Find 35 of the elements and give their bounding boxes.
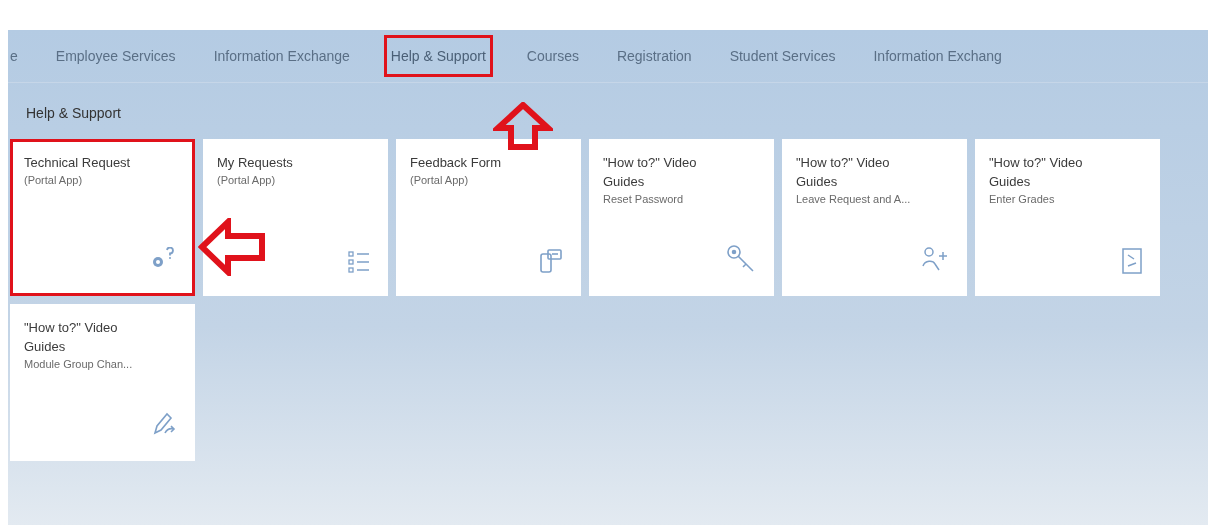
section-title: Help & Support <box>26 105 121 123</box>
tile-title: Feedback Form <box>410 154 503 172</box>
nav-tab[interactable]: e <box>8 44 22 68</box>
app-tile[interactable]: "How to?" Video Guides Reset Password <box>589 139 774 296</box>
tile-subtitle: Leave Request and A... <box>796 193 912 205</box>
app-tile[interactable]: "How to?" Video Guides Leave Request and A... <box>782 139 967 296</box>
app-tile[interactable]: Feedback Form (Portal App) <box>396 139 581 296</box>
tile-subtitle: Reset Password <box>603 193 685 205</box>
nav-tab[interactable]: Information Exchange <box>209 44 354 68</box>
nav-tab[interactable]: Courses <box>522 44 583 68</box>
app-tile[interactable]: "How to?" Video Guides Enter Grades <box>975 139 1160 296</box>
tile-title: My Requests <box>217 154 294 172</box>
tile-title: "How to?" Video Guides <box>24 319 119 356</box>
nav-tab[interactable]: Information Exchang <box>869 44 1006 68</box>
app-tile[interactable]: My Requests (Portal App) <box>203 139 388 296</box>
nav-tab[interactable]: Registration <box>612 44 696 68</box>
tile-subtitle: (Portal App) <box>410 174 470 186</box>
tile-title: "How to?" Video Guides <box>989 154 1084 191</box>
tile-subtitle: Module Group Chan... <box>24 358 134 370</box>
nav-tab[interactable]: Employee Services <box>51 44 180 68</box>
tile-subtitle: Enter Grades <box>989 193 1056 205</box>
tile-subtitle: (Portal App) <box>217 174 277 186</box>
tile-subtitle: (Portal App) <box>24 174 84 186</box>
key-icon <box>726 244 756 274</box>
tile-title: Technical Request <box>24 154 132 172</box>
tile-title: "How to?" Video Guides <box>796 154 891 191</box>
document-icon <box>1122 248 1142 274</box>
phone-chat-icon <box>539 248 563 274</box>
up-arrow-icon <box>493 102 553 150</box>
app-tile[interactable]: "How to?" Video Guides Module Group Chan... <box>10 304 195 461</box>
left-arrow-icon <box>198 218 268 276</box>
nav-tab[interactable]: Student Services <box>725 44 840 68</box>
nav-tab[interactable]: Help & Support <box>383 35 493 77</box>
tile-title: "How to?" Video Guides <box>603 154 698 191</box>
list-icon <box>348 250 370 274</box>
